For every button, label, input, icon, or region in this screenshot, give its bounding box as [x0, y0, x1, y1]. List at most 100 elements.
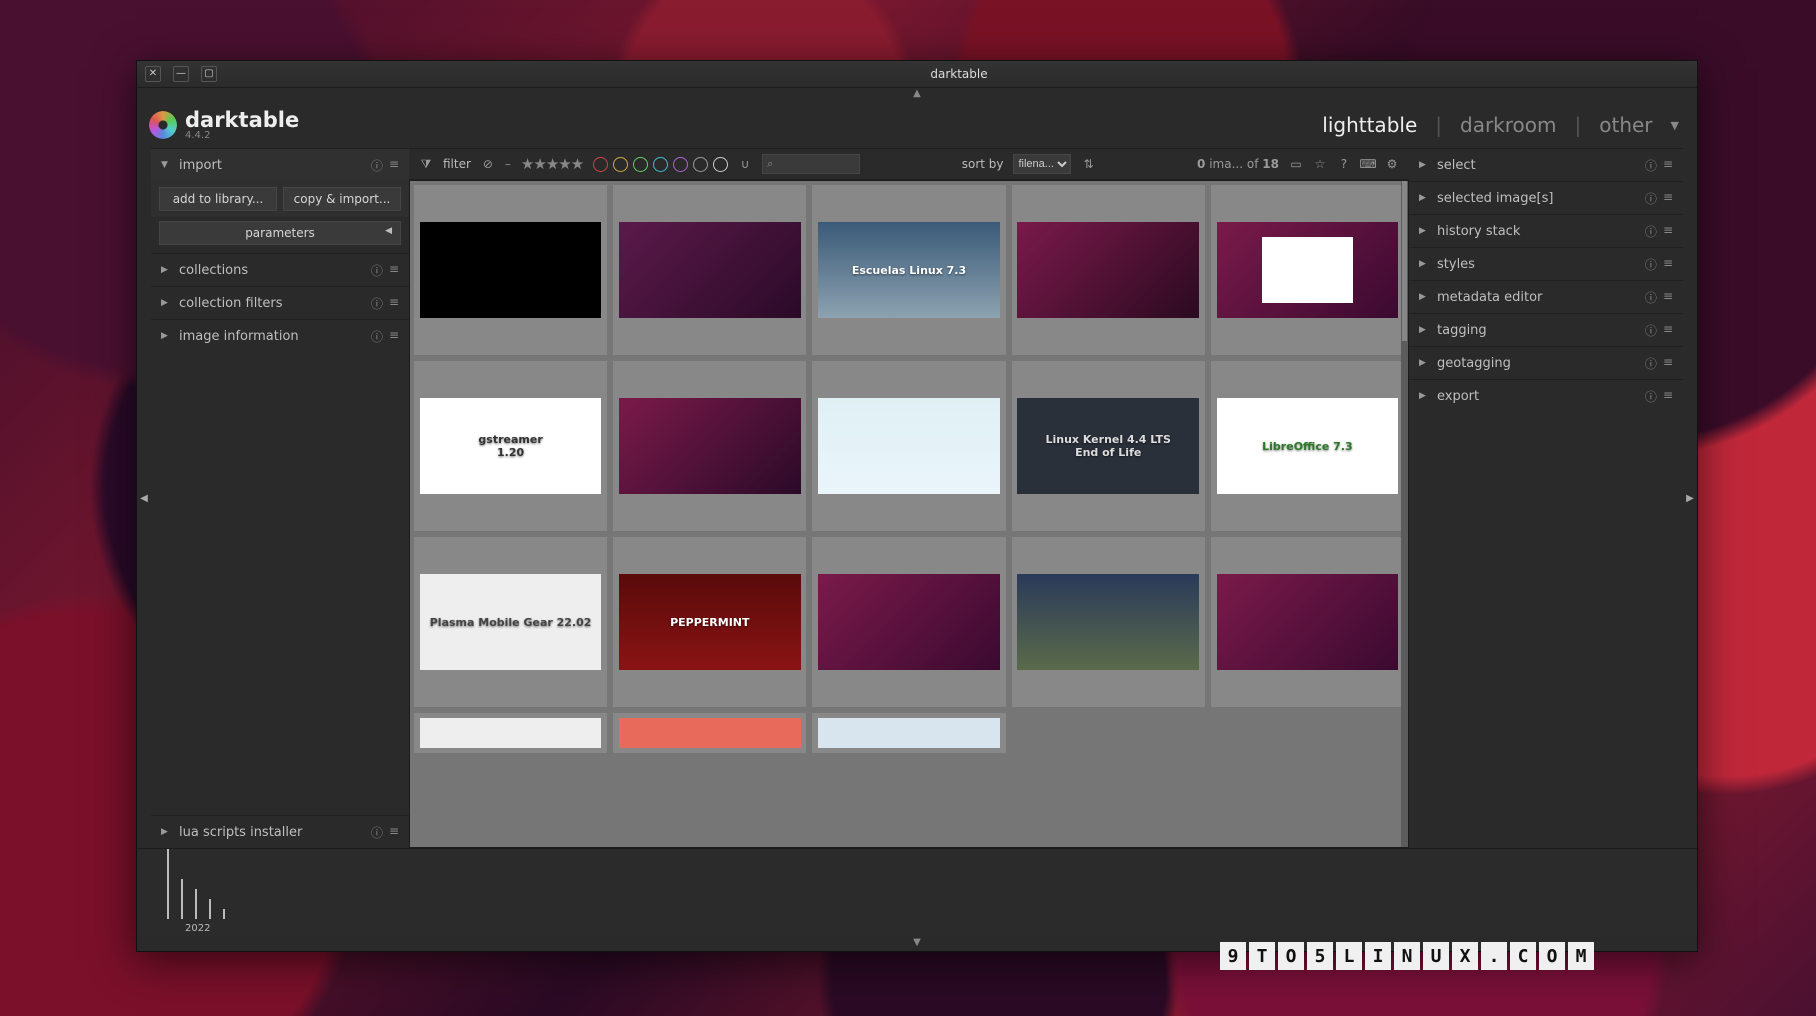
section-import[interactable]: ▼ import ⓘ≡ — [151, 148, 409, 181]
thumbnail-cell[interactable] — [414, 713, 607, 753]
color-dot[interactable] — [633, 157, 648, 172]
watermark-char: N — [1394, 942, 1420, 970]
section-select[interactable]: ▶ select ⓘ≡ — [1409, 148, 1683, 181]
thumbnail-cell[interactable]: Plasma Mobile Gear 22.02 — [414, 537, 607, 707]
chevron-right-icon: ▶ — [161, 331, 171, 341]
info-icon[interactable]: ⓘ — [371, 328, 383, 345]
info-icon[interactable]: ⓘ — [1645, 190, 1657, 207]
info-icon[interactable]: ⓘ — [1645, 157, 1657, 174]
scrollbar-thumb[interactable] — [1402, 181, 1407, 341]
sort-label: sort by — [962, 157, 1004, 171]
reject-icon[interactable]: ⊘ — [481, 157, 495, 171]
section-selected-images[interactable]: ▶ selected image[s] ⓘ≡ — [1409, 181, 1683, 214]
menu-icon[interactable]: ≡ — [1663, 322, 1673, 339]
gear-icon[interactable]: ⚙ — [1385, 157, 1399, 171]
thumbnail-cell[interactable] — [613, 713, 806, 753]
menu-icon[interactable]: ≡ — [389, 262, 399, 279]
thumbnail-cell[interactable]: LibreOffice 7.3 — [1211, 361, 1404, 531]
help-icon[interactable]: ? — [1337, 157, 1351, 171]
menu-icon[interactable]: ≡ — [1663, 223, 1673, 240]
info-icon[interactable]: ⓘ — [371, 262, 383, 279]
menu-icon[interactable]: ≡ — [1663, 190, 1673, 207]
info-icon[interactable]: ⓘ — [371, 157, 383, 174]
thumbnail-image — [619, 222, 801, 317]
menu-icon[interactable]: ≡ — [1663, 157, 1673, 174]
thumbnail-cell[interactable] — [812, 713, 1005, 753]
thumbnail-cell[interactable] — [1211, 185, 1404, 355]
maximize-window-button[interactable]: ▢ — [201, 66, 217, 82]
menu-icon[interactable]: ≡ — [1663, 289, 1673, 306]
thumbnail-cell[interactable]: Escuelas Linux 7.3 — [812, 185, 1005, 355]
menu-icon[interactable]: ≡ — [389, 824, 399, 841]
section-lua-scripts[interactable]: ▶ lua scripts installer ⓘ≡ — [151, 815, 409, 848]
thumbnail-cell[interactable] — [1012, 185, 1205, 355]
view-dropdown-icon[interactable]: ▼ — [1671, 119, 1679, 132]
view-other[interactable]: other — [1599, 113, 1652, 137]
color-dot[interactable] — [693, 157, 708, 172]
search-input[interactable]: ⌕ — [762, 154, 860, 174]
collapse-icon[interactable]: ▭ — [1289, 157, 1303, 171]
section-collections[interactable]: ▶ collections ⓘ≡ — [151, 253, 409, 286]
thumbnail-cell[interactable]: Linux Kernel 4.4 LTS End of Life — [1012, 361, 1205, 531]
info-icon[interactable]: ⓘ — [1645, 322, 1657, 339]
sort-direction-icon[interactable]: ⇅ — [1081, 157, 1095, 171]
section-history-stack[interactable]: ▶ history stack ⓘ≡ — [1409, 214, 1683, 247]
menu-icon[interactable]: ≡ — [389, 157, 399, 174]
thumbnail-cell[interactable] — [613, 361, 806, 531]
star-icon[interactable]: ☆ — [1313, 157, 1327, 171]
menu-icon[interactable]: ≡ — [389, 328, 399, 345]
thumbnail-cell[interactable] — [812, 361, 1005, 531]
star-rating-filter[interactable]: ★★★★★ — [521, 155, 583, 173]
color-dot[interactable] — [613, 157, 628, 172]
menu-icon[interactable]: ≡ — [389, 295, 399, 312]
color-dot[interactable] — [653, 157, 668, 172]
info-icon[interactable]: ⓘ — [1645, 256, 1657, 273]
color-label-filter[interactable] — [593, 157, 728, 172]
menu-icon[interactable]: ≡ — [1663, 388, 1673, 405]
info-icon[interactable]: ⓘ — [1645, 388, 1657, 405]
info-icon[interactable]: ⓘ — [371, 295, 383, 312]
menu-icon[interactable]: ≡ — [1663, 256, 1673, 273]
section-export[interactable]: ▶ export ⓘ≡ — [1409, 379, 1683, 412]
section-styles[interactable]: ▶ styles ⓘ≡ — [1409, 247, 1683, 280]
info-icon[interactable]: ⓘ — [1645, 223, 1657, 240]
union-icon[interactable]: ∪ — [738, 157, 752, 171]
color-dot[interactable] — [673, 157, 688, 172]
view-darkroom[interactable]: darkroom — [1460, 113, 1557, 137]
section-image-information[interactable]: ▶ image information ⓘ≡ — [151, 319, 409, 352]
color-dot[interactable] — [713, 157, 728, 172]
watermark-char: U — [1423, 942, 1449, 970]
info-icon[interactable]: ⓘ — [371, 824, 383, 841]
menu-icon[interactable]: ≡ — [1663, 355, 1673, 372]
section-metadata-editor[interactable]: ▶ metadata editor ⓘ≡ — [1409, 280, 1683, 313]
info-icon[interactable]: ⓘ — [1645, 289, 1657, 306]
section-collection-filters[interactable]: ▶ collection filters ⓘ≡ — [151, 286, 409, 319]
color-dot[interactable] — [593, 157, 608, 172]
thumbnail-cell[interactable] — [812, 537, 1005, 707]
view-lighttable[interactable]: lighttable — [1322, 113, 1417, 137]
thumbnail-cell[interactable] — [1211, 537, 1404, 707]
expand-left-handle[interactable]: ◀ — [137, 148, 151, 848]
expand-right-handle[interactable]: ▶ — [1683, 148, 1697, 848]
copy-and-import-button[interactable]: copy & import... — [283, 187, 401, 211]
thumbnail-cell[interactable] — [414, 185, 607, 355]
sort-dropdown[interactable]: filena... — [1013, 154, 1071, 174]
info-icon[interactable]: ⓘ — [1645, 355, 1657, 372]
parameters-button[interactable]: parameters ◀ — [159, 221, 401, 245]
thumbnail-cell[interactable] — [613, 185, 806, 355]
funnel-icon[interactable]: ⧩ — [419, 157, 433, 171]
thumbnail-cell[interactable] — [1012, 537, 1205, 707]
add-to-library-button[interactable]: add to library... — [159, 187, 277, 211]
section-geotagging[interactable]: ▶ geotagging ⓘ≡ — [1409, 346, 1683, 379]
thumbnail-grid[interactable]: Escuelas Linux 7.3 gstreamer 1.20 Linux Ke… — [410, 181, 1408, 848]
keyboard-icon[interactable]: ⌨ — [1361, 157, 1375, 171]
thumbnail-cell[interactable]: gstreamer 1.20 — [414, 361, 607, 531]
timeline[interactable]: 2022 — [137, 848, 1697, 937]
section-tagging[interactable]: ▶ tagging ⓘ≡ — [1409, 313, 1683, 346]
thumbnail-cell[interactable]: PEPPERMINT — [613, 537, 806, 707]
watermark-char: I — [1365, 942, 1391, 970]
collapse-top-icon[interactable]: ▲ — [137, 88, 1697, 102]
close-window-button[interactable]: ✕ — [145, 66, 161, 82]
minimize-window-button[interactable]: — — [173, 66, 189, 82]
scrollbar[interactable] — [1401, 181, 1408, 847]
